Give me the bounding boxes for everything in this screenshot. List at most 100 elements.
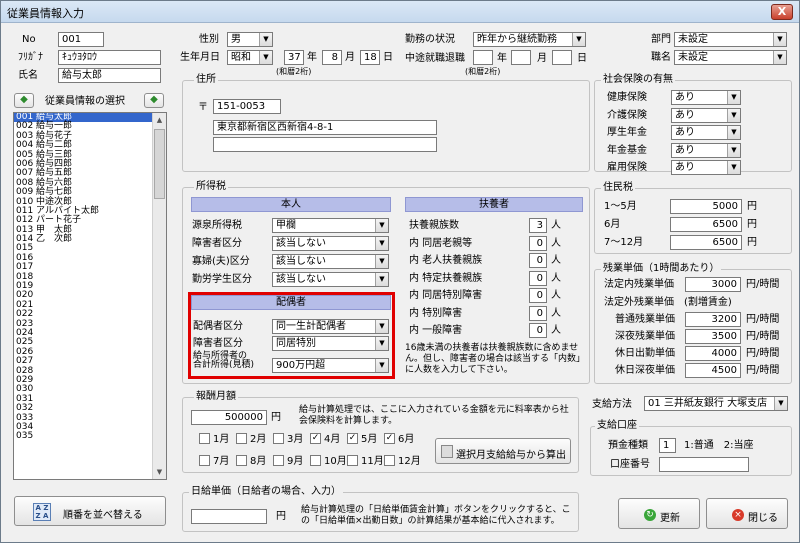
midjoin-year-field[interactable] <box>473 50 493 65</box>
list-item[interactable]: 022 <box>14 309 166 319</box>
month-checkbox[interactable] <box>273 455 284 466</box>
list-item[interactable]: 028 <box>14 366 166 376</box>
list-item[interactable]: 032 <box>14 403 166 413</box>
list-item[interactable]: 025 <box>14 337 166 347</box>
tax-select[interactable]: 甲欄 ▼ <box>272 218 389 233</box>
insurance-select[interactable]: あり ▼ <box>671 107 741 123</box>
month-checkbox[interactable] <box>310 455 321 466</box>
list-item[interactable]: 033 <box>14 413 166 423</box>
account-type-field[interactable]: 1 <box>659 438 676 453</box>
month-checkbox[interactable] <box>347 455 358 466</box>
dependent-count-field[interactable]: 0 <box>529 305 547 321</box>
list-item[interactable]: 030 <box>14 384 166 394</box>
overtime-amount-field[interactable]: 4000 <box>685 346 741 361</box>
month-checkbox[interactable] <box>236 455 247 466</box>
list-item[interactable]: 020 <box>14 291 166 301</box>
list-item[interactable]: 018 <box>14 272 166 282</box>
insurance-select[interactable]: あり ▼ <box>671 142 741 158</box>
tax-select[interactable]: 該当しない ▼ <box>272 272 389 287</box>
tax-select[interactable]: 該当しない ▼ <box>272 236 389 251</box>
list-item[interactable]: 015 <box>14 244 166 254</box>
list-item[interactable]: 024 <box>14 328 166 338</box>
list-item[interactable]: 019 <box>14 281 166 291</box>
close-button[interactable]: × 閉じる <box>706 498 788 529</box>
overtime-amount-field[interactable]: 4500 <box>685 363 741 378</box>
midjoin-month-field[interactable] <box>511 50 531 65</box>
month-checkbox[interactable] <box>199 433 210 444</box>
birth-year-field[interactable]: 37 <box>284 50 304 65</box>
month-checkbox[interactable]: ✓ <box>384 433 395 444</box>
overtime-amount-field[interactable]: 3000 <box>685 277 741 292</box>
list-item[interactable]: 017 <box>14 262 166 272</box>
dept-select[interactable]: 未設定 ▼ <box>674 32 787 47</box>
spouse-select[interactable]: 同一生計配偶者 ▼ <box>272 319 389 334</box>
month-checkbox[interactable]: ✓ <box>347 433 358 444</box>
employee-no-field[interactable]: 001 <box>58 32 104 47</box>
dependent-count-field[interactable]: 0 <box>529 253 547 268</box>
title-select[interactable]: 未設定 ▼ <box>674 50 787 65</box>
spouse-income-select[interactable]: 900万円超 ▼ <box>272 358 389 373</box>
zip-field[interactable]: 151-0053 <box>213 99 281 114</box>
status-value: 昨年から継続勤務 <box>477 34 557 45</box>
list-scrollbar[interactable]: ▲ ▼ <box>152 113 166 479</box>
list-item[interactable]: 021 <box>14 300 166 310</box>
era-select[interactable]: 昭和 ▼ <box>227 50 273 65</box>
tax-select[interactable]: 該当しない ▼ <box>272 254 389 269</box>
list-item[interactable]: 027 <box>14 356 166 366</box>
residence-amount-field[interactable]: 6500 <box>670 217 742 232</box>
scroll-down-icon[interactable]: ▼ <box>153 465 166 479</box>
dependent-count-field[interactable]: 3 <box>529 218 547 233</box>
dept-value: 未設定 <box>678 34 708 45</box>
month-checkbox[interactable] <box>236 433 247 444</box>
list-item[interactable]: 031 <box>14 394 166 404</box>
scroll-thumb[interactable] <box>154 129 165 199</box>
daily-amount-field[interactable] <box>191 509 267 524</box>
employee-list[interactable]: ▲ ▼ 001 給与太郎 002 給与一郎 003 給与花子 004 給与二郎 005 給与… <box>13 112 167 480</box>
list-item[interactable]: 029 <box>14 375 166 385</box>
list-item[interactable]: 023 <box>14 319 166 329</box>
residence-amount-field[interactable]: 5000 <box>670 199 742 214</box>
scroll-up-icon[interactable]: ▲ <box>153 113 166 127</box>
month-checkbox[interactable] <box>273 433 284 444</box>
list-item[interactable]: 034 <box>14 422 166 432</box>
list-item[interactable]: 026 <box>14 347 166 357</box>
overtime-amount-field[interactable]: 3500 <box>685 329 741 344</box>
list-item[interactable]: 014 乙 次郎 <box>14 234 166 244</box>
overtime-amount-field[interactable]: 3200 <box>685 312 741 327</box>
spouse-select-value: 同居特別 <box>276 338 316 349</box>
dependent-count-field[interactable]: 0 <box>529 270 547 286</box>
month-checkbox[interactable] <box>199 455 210 466</box>
payment-method-select[interactable]: 01 三井紙友銀行 大塚支店 ▼ <box>644 396 788 411</box>
status-select[interactable]: 昨年から継続勤務 ▼ <box>473 32 586 47</box>
kana-field[interactable]: ｷｭｳﾖﾀﾛｳ <box>58 50 161 65</box>
insurance-label: 介護保険 <box>607 109 647 121</box>
list-item[interactable]: 016 <box>14 253 166 263</box>
birth-day-field[interactable]: 18 <box>360 50 380 65</box>
dependent-count-field[interactable]: 0 <box>529 288 547 303</box>
update-button[interactable]: ↻ 更新 <box>618 498 700 529</box>
overtime-unit: 円/時間 <box>746 314 780 325</box>
residence-amount-field[interactable]: 6500 <box>670 235 742 250</box>
address-line1-field[interactable]: 東京都新宿区西新宿4-8-1 <box>213 120 437 135</box>
list-item[interactable]: 035 <box>14 431 166 441</box>
calc-from-selected-months-button[interactable]: 選択月支給給与から算出 <box>435 438 571 464</box>
address-line2-field[interactable] <box>213 137 437 152</box>
prev-employee-button[interactable]: ◆ <box>14 93 34 108</box>
dependent-count-field[interactable]: 0 <box>529 323 547 338</box>
gender-select[interactable]: 男 ▼ <box>227 32 273 47</box>
next-employee-button[interactable]: ◆ <box>144 93 164 108</box>
close-window-button[interactable]: X <box>771 4 793 20</box>
salary-amount-field[interactable]: 500000 <box>191 410 267 425</box>
insurance-select[interactable]: あり ▼ <box>671 90 741 105</box>
birth-month-field[interactable]: 8 <box>322 50 342 65</box>
insurance-select[interactable]: あり ▼ <box>671 160 741 175</box>
name-field[interactable]: 給与太郎 <box>58 68 161 83</box>
midjoin-day-field[interactable] <box>552 50 572 65</box>
account-number-field[interactable] <box>659 457 749 472</box>
sort-button[interactable]: A ZZ A 順番を並べ替える <box>14 496 166 526</box>
month-checkbox[interactable] <box>384 455 395 466</box>
spouse-select[interactable]: 同居特別 ▼ <box>272 336 389 351</box>
insurance-select[interactable]: あり ▼ <box>671 125 741 140</box>
dependent-count-field[interactable]: 0 <box>529 235 547 251</box>
month-checkbox[interactable]: ✓ <box>310 433 321 444</box>
